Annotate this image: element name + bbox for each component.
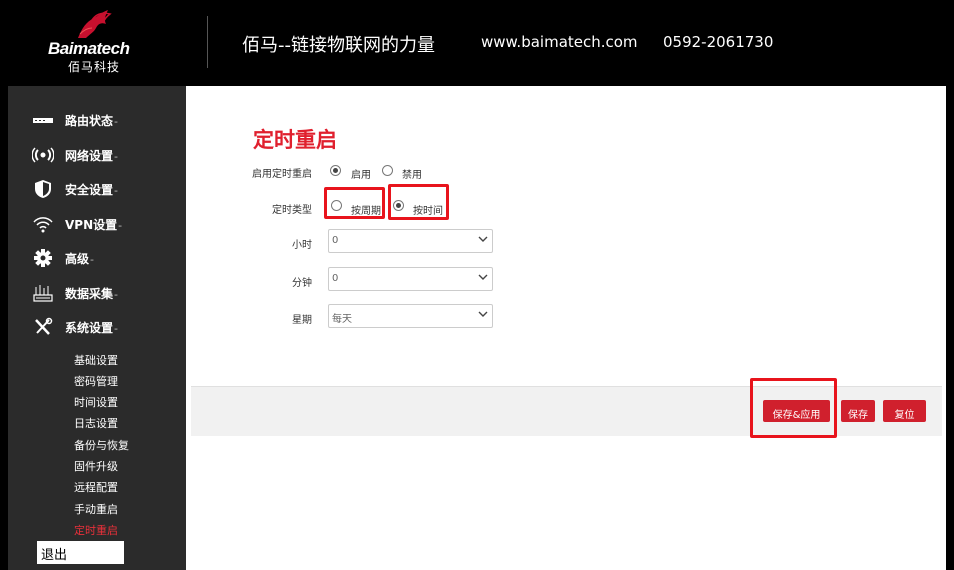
brand-name-cn: 佰马科技 — [68, 60, 121, 74]
hour-select[interactable]: 0 — [328, 229, 493, 253]
submenu-log[interactable]: 日志设置 — [74, 415, 118, 431]
brand-logo[interactable]: Baimatech 佰马科技 — [40, 8, 150, 74]
sidebar-item-label: 网络设置 — [65, 149, 114, 163]
sidebar-item-network[interactable]: 网络设置- — [8, 141, 186, 169]
tools-icon — [35, 317, 53, 335]
enable-radio-off[interactable] — [382, 165, 393, 176]
submenu-basic-settings[interactable]: 基础设置 — [74, 352, 118, 368]
sidebar-item-label: 系统设置 — [65, 321, 114, 335]
sidebar: 路由状态- 网络设置- 安全设置- VPN设置- 高级- 数据采集- 系统设置-… — [8, 86, 186, 570]
chevron-down-icon — [478, 274, 488, 280]
week-select[interactable]: 每天 — [328, 304, 493, 328]
header-divider — [207, 16, 208, 68]
hour-value: 0 — [332, 235, 339, 246]
sidebar-item-vpn[interactable]: VPN设置- — [8, 210, 186, 238]
header-website: www.baimatech.com — [481, 33, 638, 51]
hour-label: 小时 — [292, 240, 312, 251]
header: Baimatech 佰马科技 佰马--链接物联网的力量 www.baimatec… — [0, 0, 954, 86]
minute-value: 0 — [332, 273, 339, 284]
submenu-time[interactable]: 时间设置 — [74, 394, 118, 410]
sidebar-item-label: 路由状态 — [65, 114, 114, 128]
minute-label: 分钟 — [292, 278, 312, 289]
data-collection-icon — [33, 285, 53, 302]
caret: - — [114, 322, 118, 335]
caret: - — [114, 115, 118, 128]
logout-button[interactable]: 退出 — [37, 541, 124, 564]
submenu-password[interactable]: 密码管理 — [74, 373, 118, 389]
gear-icon — [34, 249, 52, 267]
caret: - — [114, 150, 118, 163]
caret: - — [90, 253, 94, 266]
save-button[interactable]: 保存 — [841, 400, 875, 422]
brand-name: Baimatech — [48, 39, 130, 58]
minute-select[interactable]: 0 — [328, 267, 493, 291]
week-label: 星期 — [292, 315, 312, 326]
main-panel: 定时重启 启用定时重启 启用 禁用 定时类型 按周期 按时间 小时 0 分钟 0… — [186, 86, 946, 570]
header-phone: 0592-2061730 — [663, 33, 774, 51]
week-value: 每天 — [332, 314, 352, 325]
sidebar-item-label: 高级 — [65, 252, 90, 266]
sidebar-item-system[interactable]: 系统设置- — [8, 313, 186, 341]
sidebar-item-data-collection[interactable]: 数据采集- — [8, 279, 186, 307]
sidebar-item-security[interactable]: 安全设置- — [8, 175, 186, 203]
enable-off-label: 禁用 — [402, 170, 422, 181]
submenu-scheduled-reboot[interactable]: 定时重启 — [74, 522, 118, 538]
enable-label: 启用定时重启 — [252, 169, 312, 180]
caret: - — [114, 288, 118, 301]
wireless-signal-icon — [32, 147, 54, 163]
enable-on-label: 启用 — [351, 170, 371, 181]
sidebar-item-label: 安全设置 — [65, 183, 114, 197]
router-status-icon — [33, 118, 53, 123]
sidebar-item-label: VPN设置 — [65, 218, 118, 232]
type-label: 定时类型 — [272, 205, 312, 216]
type-radio-time[interactable] — [393, 200, 404, 211]
chevron-down-icon — [478, 236, 488, 242]
reset-button[interactable]: 复位 — [883, 400, 926, 422]
horse-logo-icon — [78, 10, 112, 38]
save-apply-button[interactable]: 保存&应用 — [763, 400, 830, 422]
caret: - — [118, 219, 123, 232]
chevron-down-icon — [478, 311, 488, 317]
type-period-label: 按周期 — [351, 206, 381, 217]
submenu-manual-reboot[interactable]: 手动重启 — [74, 501, 118, 517]
vpn-wifi-icon — [33, 217, 53, 233]
window-edge — [946, 86, 954, 570]
sidebar-item-router-status[interactable]: 路由状态- — [8, 106, 186, 134]
submenu-firmware[interactable]: 固件升级 — [74, 458, 118, 474]
shield-icon — [35, 180, 51, 198]
enable-radio-on[interactable] — [330, 165, 341, 176]
sidebar-item-advanced[interactable]: 高级- — [8, 244, 186, 272]
type-radio-period[interactable] — [331, 200, 342, 211]
submenu-remote-config[interactable]: 远程配置 — [74, 479, 118, 495]
caret: - — [114, 184, 118, 197]
type-time-label: 按时间 — [413, 206, 443, 217]
submenu-backup-restore[interactable]: 备份与恢复 — [74, 437, 129, 453]
sidebar-item-label: 数据采集 — [65, 287, 114, 301]
page-title: 定时重启 — [253, 128, 337, 152]
header-slogan: 佰马--链接物联网的力量 — [242, 35, 435, 56]
